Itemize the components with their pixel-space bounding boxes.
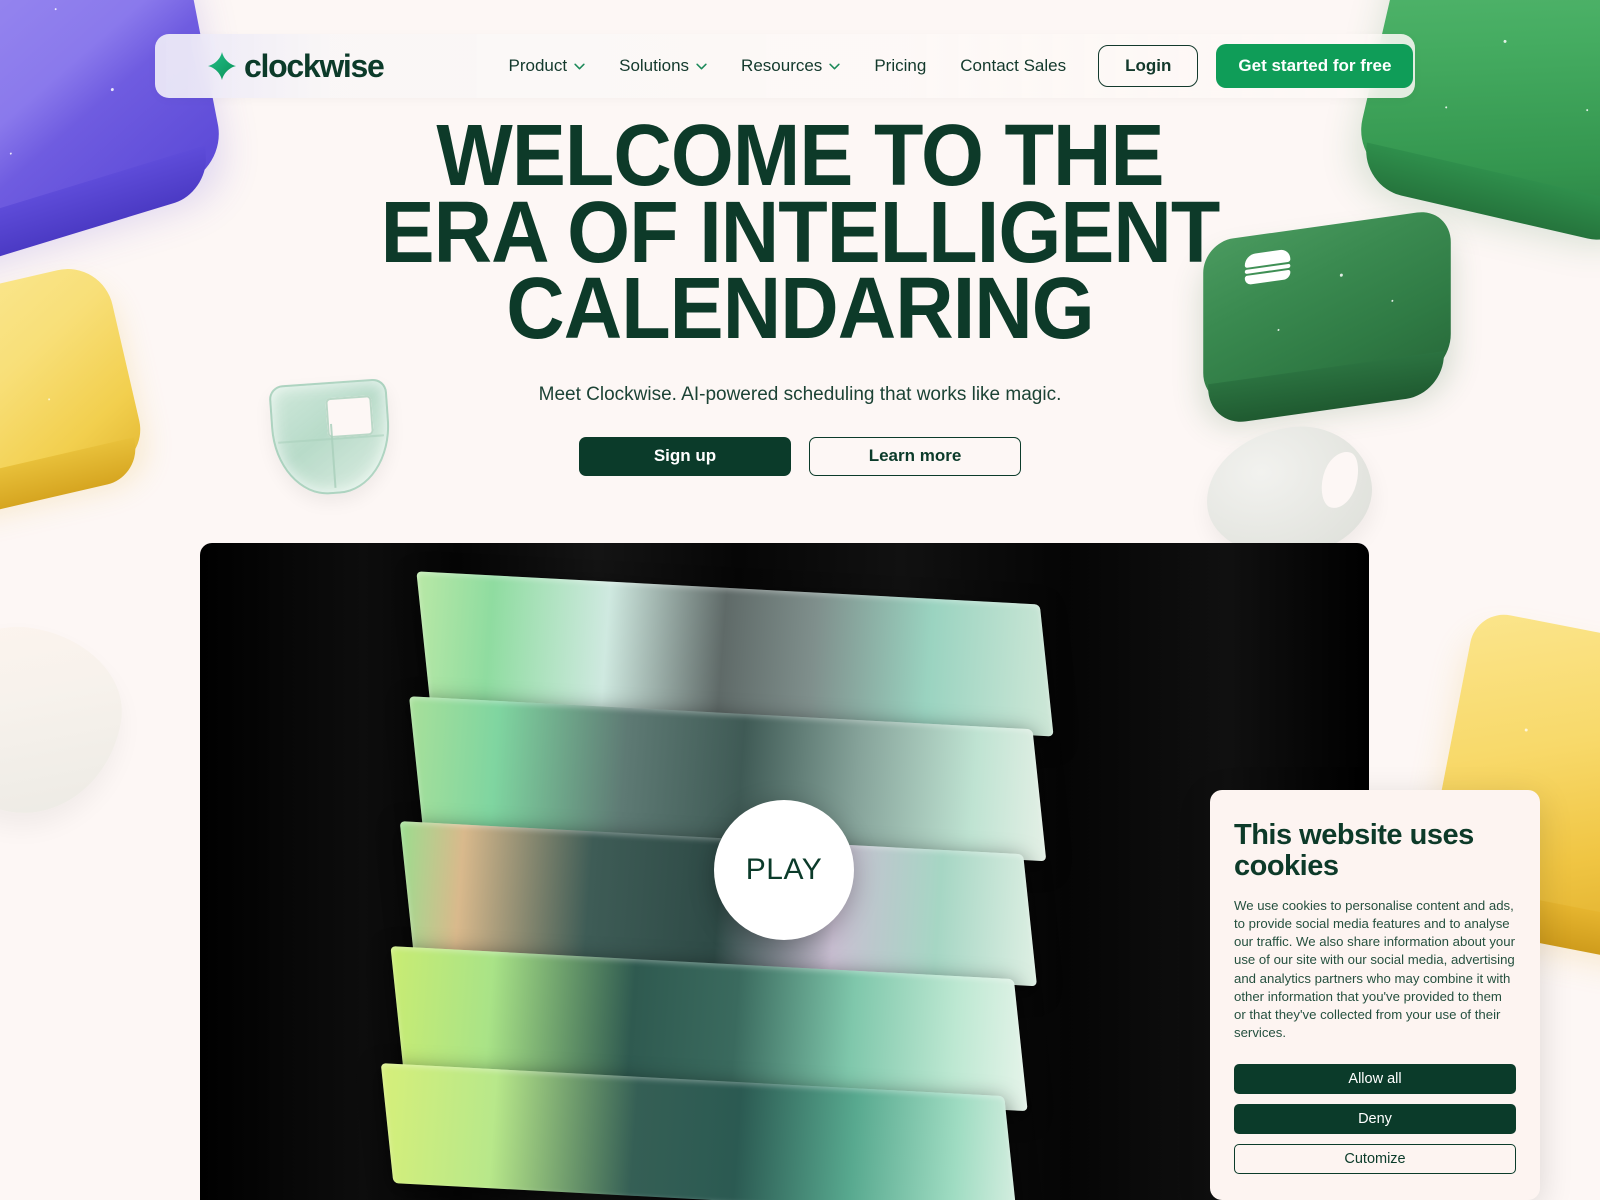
brand-logo[interactable]: clockwise xyxy=(207,48,385,84)
sign-up-button[interactable]: Sign up xyxy=(579,436,791,476)
cookie-body: We use cookies to personalise content an… xyxy=(1234,897,1515,1041)
four-point-star-icon xyxy=(207,51,237,81)
nav-item-product[interactable]: Product xyxy=(509,56,586,76)
main-navigation: Product Solutions Resources Pricing Cont… xyxy=(509,56,1067,76)
white-blob-decoration xyxy=(0,614,134,827)
hero-headline: WELCOME TO THE ERA OF INTELLIGENT CALEND… xyxy=(56,112,1544,358)
chevron-down-icon xyxy=(696,63,707,69)
header-actions: Login Get started for free xyxy=(1098,44,1414,88)
nav-item-solutions[interactable]: Solutions xyxy=(619,56,707,76)
chevron-down-icon xyxy=(574,63,585,69)
nav-label-solutions: Solutions xyxy=(619,56,690,75)
cookie-consent-banner: This website uses cookies We use cookies… xyxy=(1210,790,1540,1200)
hero-section: WELCOME TO THE ERA OF INTELLIGENT CALEND… xyxy=(0,112,1600,476)
nav-label-contact-sales: Contact Sales xyxy=(960,56,1067,75)
get-started-button[interactable]: Get started for free xyxy=(1216,44,1414,88)
cookie-allow-all-button[interactable]: Allow all xyxy=(1234,1064,1516,1095)
nav-item-resources[interactable]: Resources xyxy=(741,56,840,76)
learn-more-button[interactable]: Learn more xyxy=(809,436,1021,476)
nav-item-contact-sales[interactable]: Contact Sales xyxy=(960,56,1066,76)
cookie-title: This website uses cookies xyxy=(1234,819,1474,883)
hero-headline-line-3: CALENDARING xyxy=(506,260,1095,358)
cookie-customize-button[interactable]: Cutomize xyxy=(1234,1144,1516,1175)
play-button[interactable]: PLAY xyxy=(714,800,854,940)
nav-label-product: Product xyxy=(508,56,568,75)
nav-label-resources: Resources xyxy=(741,56,823,75)
cookie-deny-button[interactable]: Deny xyxy=(1234,1104,1516,1135)
hero-cta-row: Sign up Learn more xyxy=(0,436,1600,476)
hero-subtitle: Meet Clockwise. AI-powered scheduling th… xyxy=(538,383,1062,405)
cookie-actions: Allow all Deny Cutomize xyxy=(1234,1064,1516,1175)
login-button[interactable]: Login xyxy=(1098,45,1199,87)
nav-label-pricing: Pricing xyxy=(874,56,927,75)
nav-item-pricing[interactable]: Pricing xyxy=(874,56,926,76)
site-header: clockwise Product Solutions Resources Pr… xyxy=(155,34,1415,98)
brand-name: clockwise xyxy=(244,48,385,84)
chevron-down-icon xyxy=(829,63,840,69)
